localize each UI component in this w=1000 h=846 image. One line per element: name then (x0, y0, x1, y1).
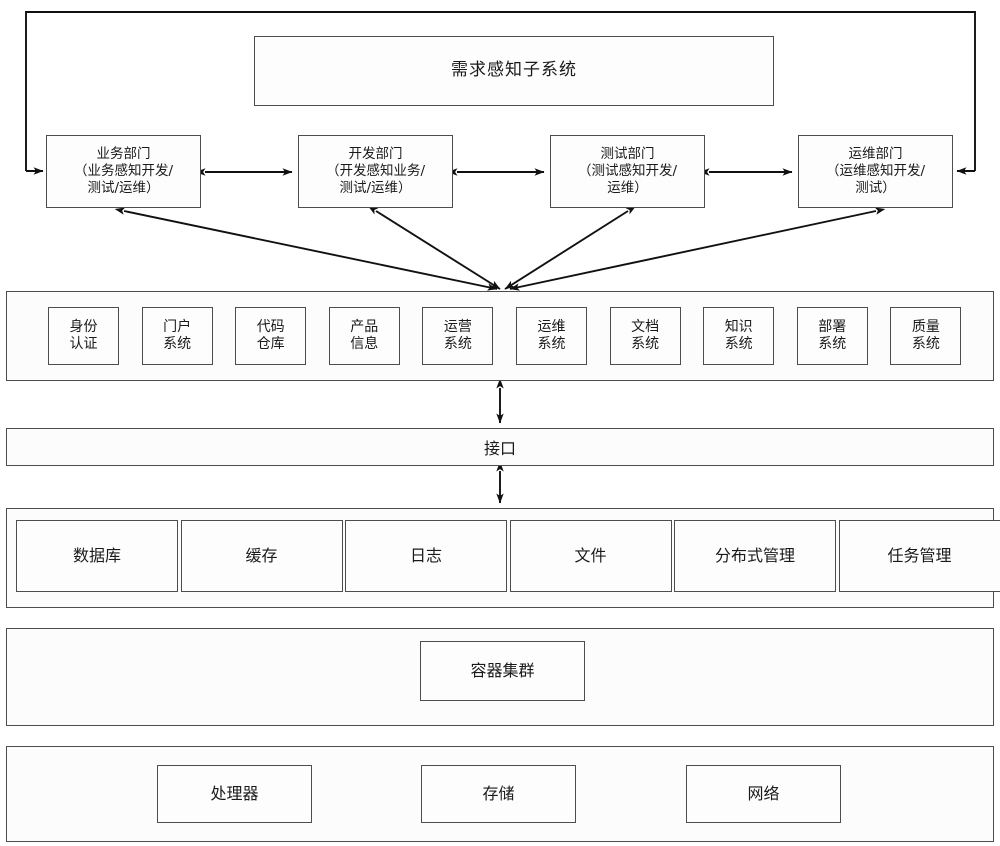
system-box-3[interactable]: 产品 信息 (328, 307, 400, 365)
system-label-4: 运营 系统 (443, 318, 472, 353)
hardware-box-storage[interactable]: 存储 (421, 765, 576, 823)
system-box-1[interactable]: 门户 系统 (141, 307, 213, 365)
data-label-4: 分布式管理 (714, 546, 795, 565)
data-box-4[interactable]: 分布式管理 (674, 520, 836, 592)
system-label-3: 产品 信息 (350, 318, 379, 353)
system-label-1: 门户 系统 (163, 318, 192, 353)
department-label-business: 业务部门 （业务感知开发/ 测试/运维） (73, 146, 174, 196)
system-label-5: 运维 系统 (537, 318, 566, 353)
department-box-operations[interactable]: 运维部门 （运维感知开发/ 测试） (798, 135, 953, 208)
department-box-development[interactable]: 开发部门 （开发感知业务/ 测试/运维） (298, 135, 453, 208)
data-label-3: 文件 (574, 546, 607, 565)
hardware-box-network[interactable]: 网络 (686, 765, 841, 823)
system-box-2[interactable]: 代码 仓库 (235, 307, 307, 365)
data-label-1: 缓存 (245, 546, 278, 565)
system-label-9: 质量 系统 (911, 318, 940, 353)
data-label-2: 日志 (409, 546, 442, 565)
system-box-4[interactable]: 运营 系统 (422, 307, 494, 365)
system-label-2: 代码 仓库 (256, 318, 285, 353)
container-cluster-label: 容器集群 (470, 661, 535, 680)
system-box-0[interactable]: 身份 认证 (48, 307, 119, 365)
dept-to-systems-0 (114, 207, 498, 291)
system-box-6[interactable]: 文档 系统 (609, 307, 681, 365)
container-cluster-box[interactable]: 容器集群 (420, 641, 585, 701)
data-box-5[interactable]: 任务管理 (838, 520, 1000, 592)
data-box-0[interactable]: 数据库 (16, 520, 178, 592)
department-box-testing[interactable]: 测试部门 （测试感知开发/ 运维） (550, 135, 705, 208)
department-label-development: 开发部门 （开发感知业务/ 测试/运维） (325, 146, 426, 196)
system-label-7: 知识 系统 (724, 318, 753, 353)
data-box-1[interactable]: 缓存 (180, 520, 343, 592)
dept-to-systems-2 (504, 205, 637, 290)
architecture-diagram: 需求感知子系统 业务部门 （业务感知开发/ 测试/运维） 开发部门 （开发感知业… (0, 0, 1000, 846)
system-label-6: 文档 系统 (631, 318, 660, 353)
system-box-9[interactable]: 质量 系统 (890, 307, 962, 365)
interface-layer-label-wrap: 接口 (6, 428, 994, 466)
data-label-5: 任务管理 (887, 546, 952, 565)
hardware-label-network: 网络 (747, 784, 780, 803)
system-box-7[interactable]: 知识 系统 (703, 307, 775, 365)
system-label-8: 部署 系统 (818, 318, 847, 353)
interface-layer-label: 接口 (483, 439, 516, 458)
system-box-5[interactable]: 运维 系统 (516, 307, 587, 365)
subsystem-label: 需求感知子系统 (451, 60, 577, 81)
dept-to-systems-1 (367, 205, 501, 290)
department-label-testing: 测试部门 （测试感知开发/ 运维） (577, 146, 678, 196)
department-box-business[interactable]: 业务部门 （业务感知开发/ 测试/运维） (46, 135, 201, 208)
data-label-0: 数据库 (72, 546, 121, 565)
dept-to-systems-3 (509, 207, 886, 291)
system-label-0: 身份 认证 (69, 318, 98, 353)
requirement-awareness-subsystem-box[interactable]: 需求感知子系统 (254, 36, 774, 106)
department-label-operations: 运维部门 （运维感知开发/ 测试） (825, 146, 926, 196)
hardware-box-processor[interactable]: 处理器 (157, 765, 312, 823)
system-box-8[interactable]: 部署 系统 (796, 307, 868, 365)
data-box-3[interactable]: 文件 (509, 520, 672, 592)
hardware-label-processor: 处理器 (210, 784, 259, 803)
hardware-label-storage: 存储 (482, 784, 515, 803)
data-box-2[interactable]: 日志 (345, 520, 507, 592)
